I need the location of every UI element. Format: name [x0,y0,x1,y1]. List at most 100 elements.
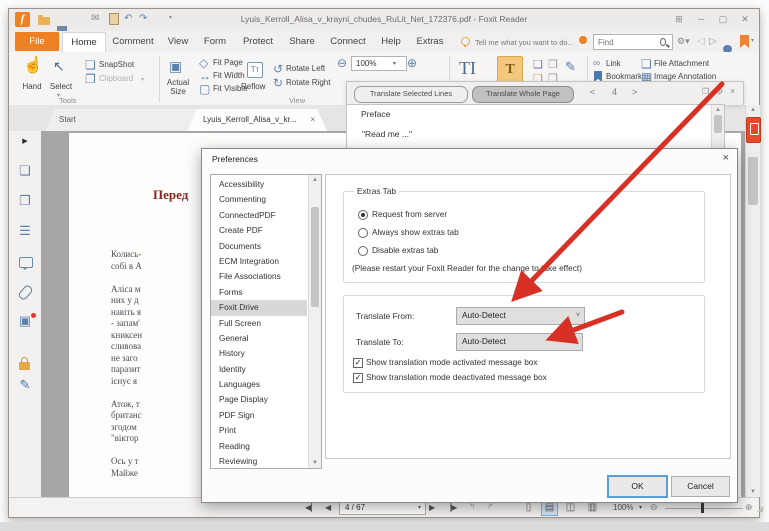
category-print[interactable]: Print [211,423,307,438]
tell-me-box[interactable]: Tell me what you want to do... [475,38,574,47]
document-icon[interactable]: ❑ [533,58,543,71]
category-page-display[interactable]: Page Display [211,392,307,407]
foxit-red-badge-icon[interactable] [746,117,761,143]
file-attachment-label[interactable]: File Attachment [654,59,709,68]
radio-always-show-extras-label[interactable]: Always show extras tab [372,227,459,237]
fit-width-icon[interactable]: ↔ [199,70,211,82]
rotate-right-label[interactable]: Rotate Right [286,78,330,87]
bookmarks-panel-icon[interactable]: ❏ [9,164,41,177]
find-input[interactable] [594,37,660,47]
category-identity[interactable]: Identity [211,362,307,377]
rotate-left-label[interactable]: Rotate Left [286,64,325,73]
paste-icon[interactable] [109,13,119,25]
checkbox-activated-message[interactable]: ✓ [353,358,363,368]
zoom-in-icon[interactable]: ⊕ [407,57,417,69]
tab-help[interactable]: Help [375,32,407,51]
category-reviewing[interactable]: Reviewing [211,454,307,468]
tab-start[interactable]: Start [45,109,213,131]
fit-page-label[interactable]: Fit Page [213,58,243,67]
dialog-close-icon[interactable]: × [723,152,729,164]
tab-form[interactable]: Form [197,32,233,51]
layout-grid-icon[interactable]: ⊞ [671,14,687,25]
category-history[interactable]: History [211,346,307,361]
previous-page-icon[interactable]: ◀ [325,503,331,512]
tab-extras[interactable]: Extras [409,32,451,51]
scrollbar-thumb[interactable] [748,157,758,205]
tab-file[interactable]: File [15,32,59,51]
rotate-left-icon[interactable]: ↺ [273,63,283,75]
tab-connect[interactable]: Connect [323,32,373,51]
cancel-button[interactable]: Cancel [671,476,730,497]
category-accessibility[interactable]: Accessibility [211,177,307,192]
zoom-slider-track[interactable] [665,508,743,509]
translate-from-dropdown[interactable]: Auto-Detect ˅ [456,307,585,325]
radio-request-from-server[interactable] [358,210,368,220]
reflow-icon[interactable]: Tт [247,62,263,78]
search-icon[interactable] [660,38,666,46]
document-scrollbar[interactable]: ▲ ▼ [745,105,761,497]
layers-panel-icon[interactable]: ☰ [9,224,41,237]
actual-size-icon[interactable]: ▣ [169,59,182,73]
tab-home[interactable]: Home [62,32,106,52]
fit-visible-icon[interactable]: ▢ [199,83,210,95]
page-dropdown-icon[interactable]: ▾ [418,502,421,515]
translate-selected-lines-button[interactable]: Translate Selected Lines [354,86,468,103]
radio-disable-extras-label[interactable]: Disable extras tab [372,245,438,255]
security-lock-icon[interactable] [19,357,30,370]
translate-next-icon[interactable]: > [632,87,637,97]
foxit-logo-icon[interactable]: f [15,12,30,27]
last-page-icon[interactable]: ▕▶ [445,503,457,512]
find-box[interactable] [593,34,673,50]
radio-always-show-extras[interactable] [358,228,368,238]
translate-close-icon[interactable]: × [730,86,735,96]
scrollbar-thumb[interactable] [311,207,319,307]
select-tool-icon[interactable]: ↖ [53,59,65,73]
scrollbar-thumb[interactable] [714,115,722,133]
translate-to-dropdown[interactable]: Auto-Detect ˅ [456,333,583,351]
typewriter-icon[interactable]: TI [459,58,476,79]
back-icon[interactable]: ◁ [697,36,705,47]
minimize-button[interactable]: ─ [693,14,709,24]
clipboard-icon[interactable]: ❐ [85,73,96,85]
category-file-associations[interactable]: File Associations [211,269,307,284]
gear-icon[interactable]: ⚙ [716,87,723,96]
scroll-up-icon[interactable]: ▲ [712,107,724,113]
category-create-pdf[interactable]: Create PDF [211,223,307,238]
pencil-icon[interactable]: ✎ [565,59,576,75]
link-icon[interactable]: ∞ [593,58,600,69]
signature-panel-icon[interactable]: ✎ [9,377,41,393]
next-page-icon[interactable]: ▶ [429,503,435,512]
zoom-level-box[interactable]: 100% [351,56,407,71]
link-label[interactable]: Link [606,59,621,68]
forward-icon[interactable]: ▷ [709,36,717,47]
image-annotation-label[interactable]: Image Annotation [654,72,716,81]
scroll-up-icon[interactable]: ▲ [309,177,321,183]
clipboard-dropdown-icon[interactable]: ▾ [141,76,144,83]
zoom-out-icon[interactable]: ⊖ [337,57,347,69]
zoom-in-icon[interactable]: ⊕ [745,502,753,513]
attachments-panel-icon[interactable] [17,283,34,302]
tab-protect[interactable]: Protect [235,32,281,51]
category-forms[interactable]: Forms [211,285,307,300]
radio-request-from-server-label[interactable]: Request from server [372,209,447,219]
comments-panel-icon[interactable] [19,257,33,270]
zoom-dropdown-icon[interactable]: ▾ [639,504,642,511]
category-foxit-drive[interactable]: Foxit Drive [211,300,307,316]
checkbox-deactivated-message[interactable]: ✓ [353,373,363,383]
zoom-out-icon[interactable]: ⊖ [650,502,658,513]
category-languages[interactable]: Languages [211,377,307,392]
checkbox-activated-label[interactable]: Show translation mode activated message … [366,357,538,367]
highlight-icon[interactable]: T [497,56,523,84]
ok-button[interactable]: OK [607,475,668,498]
scroll-up-icon[interactable]: ▲ [746,107,760,113]
quick-access-dropdown-icon[interactable]: ▾ ∙ [169,14,175,21]
float-window-icon[interactable]: ❐ [702,87,709,96]
file-attachment-icon[interactable]: ❏ [641,58,652,70]
close-button[interactable]: ✕ [737,14,753,25]
assistant-dot-icon[interactable] [579,36,587,44]
redo-icon[interactable]: ↷ [139,13,147,24]
find-options-icon[interactable]: ⚙▾ [677,36,690,47]
translate-whole-page-button[interactable]: Translate Whole Page [472,86,574,103]
category-ecm-integration[interactable]: ECM Integration [211,254,307,269]
category-commenting[interactable]: Commenting [211,192,307,207]
